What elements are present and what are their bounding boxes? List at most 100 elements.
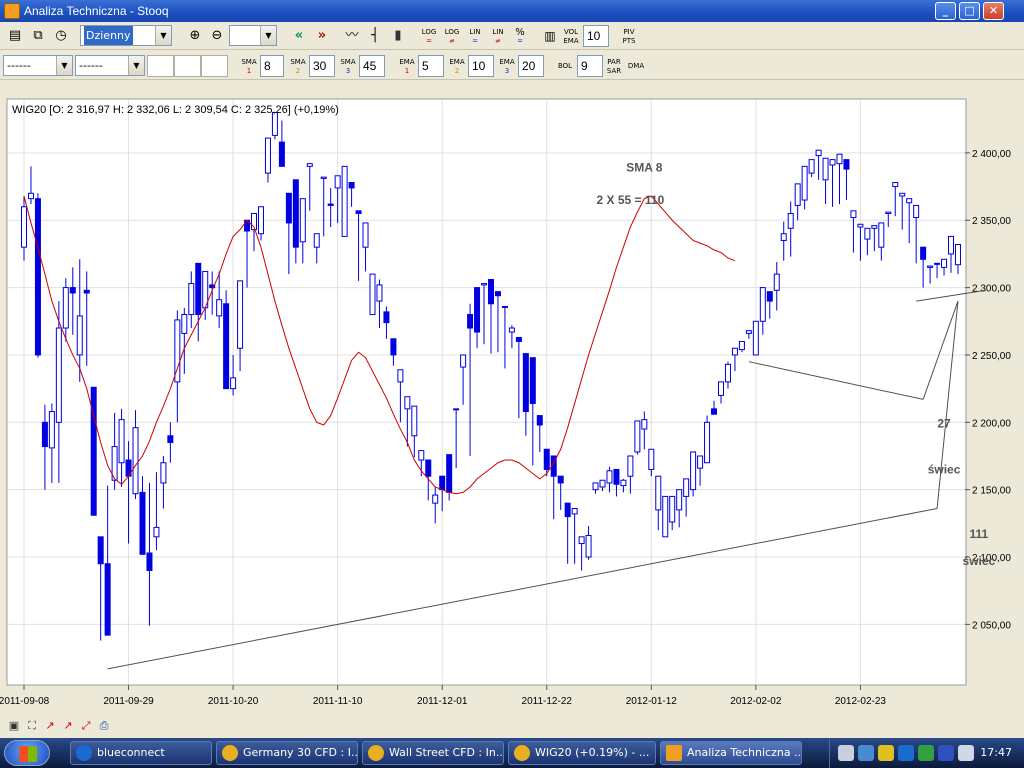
ema-1-button[interactable]: EMA 1 bbox=[396, 55, 418, 77]
param-input-1[interactable] bbox=[147, 55, 174, 77]
lin-equal-button[interactable]: LIN = bbox=[464, 25, 486, 47]
scroll-left-icon[interactable]: « bbox=[288, 25, 310, 47]
network-icon[interactable] bbox=[858, 745, 874, 761]
sma-2-period-input[interactable]: 30 bbox=[309, 55, 335, 77]
chart-area[interactable]: 2 050,00 2 100,00 2 150,00 2 200,00 2 250,00… bbox=[0, 82, 1024, 714]
ohlc-chart-icon[interactable]: ┤ bbox=[364, 25, 386, 47]
candle-body bbox=[718, 381, 724, 396]
vol-ema-button[interactable]: VOL EMA bbox=[560, 25, 582, 47]
dma-button[interactable]: DMA bbox=[625, 55, 647, 77]
copy-chart-icon[interactable]: ⧉ bbox=[27, 25, 49, 47]
sma-1-button[interactable]: SMA 1 bbox=[238, 55, 260, 77]
interval-select[interactable]: Dzienny ▼ bbox=[80, 25, 172, 46]
chrome-icon bbox=[222, 745, 238, 761]
maximize-button[interactable]: □ bbox=[959, 2, 980, 20]
zoom-fit-icon[interactable]: ⤢ bbox=[78, 718, 94, 734]
lin-notequal-button[interactable]: LIN ≠ bbox=[487, 25, 509, 47]
candle-body bbox=[348, 182, 355, 189]
indicator-select-2[interactable]: ------ ▼ bbox=[75, 55, 145, 76]
candle-body bbox=[278, 141, 285, 167]
indicator-select-1-value: ------ bbox=[7, 59, 31, 72]
candle-body bbox=[871, 225, 878, 229]
candle-chart-icon[interactable]: ▮ bbox=[387, 25, 409, 47]
indicator-select-1[interactable]: ------ ▼ bbox=[3, 55, 73, 76]
candle-body bbox=[264, 137, 271, 174]
parabolic-sar-button[interactable]: PAR SAR bbox=[603, 55, 625, 77]
candle-body bbox=[529, 357, 536, 404]
ema-1-period-input[interactable]: 5 bbox=[418, 55, 444, 77]
save-chart-icon[interactable]: ▤ bbox=[4, 25, 26, 47]
x-tick-label: 2012-02-23 bbox=[835, 696, 887, 707]
x-tick-label: 2011-09-29 bbox=[103, 696, 154, 707]
java-tray-icon[interactable] bbox=[838, 745, 854, 761]
plot-background bbox=[6, 98, 967, 686]
annotation-text: świec bbox=[928, 463, 961, 477]
sma-3-label: SMA bbox=[340, 58, 356, 66]
candle-body bbox=[892, 182, 899, 188]
param-input-3[interactable] bbox=[201, 55, 228, 77]
ema-1-index: 1 bbox=[404, 67, 410, 75]
ema-3-period-input[interactable]: 20 bbox=[518, 55, 544, 77]
task-germany30[interactable]: Germany 30 CFD : I... bbox=[216, 741, 358, 765]
vol-ema-period-input[interactable]: 10 bbox=[583, 25, 609, 47]
candle-body bbox=[780, 233, 787, 241]
start-button[interactable] bbox=[4, 740, 50, 766]
candle-body bbox=[453, 408, 460, 411]
pivot-points-button[interactable]: PIV PTS bbox=[618, 25, 640, 47]
clock[interactable]: 17:47 bbox=[980, 746, 1012, 759]
status-tray-icon[interactable] bbox=[918, 745, 934, 761]
blueconnect-tray-icon[interactable] bbox=[898, 745, 914, 761]
candle-body bbox=[954, 243, 961, 266]
ema-3-button[interactable]: EMA 3 bbox=[496, 55, 518, 77]
task-analiza[interactable]: Analiza Techniczna ... bbox=[660, 741, 802, 765]
candle-body bbox=[223, 303, 230, 390]
candle-body bbox=[543, 448, 550, 470]
zoom-out-icon[interactable]: ⊖ bbox=[206, 25, 228, 47]
sma-1-period-input[interactable]: 8 bbox=[260, 55, 284, 77]
price-chart[interactable]: 2 050,002 100,002 150,002 200,002 250,00… bbox=[0, 82, 1024, 714]
candle-body bbox=[787, 213, 794, 229]
candle-body bbox=[592, 482, 599, 491]
refresh-timer-icon[interactable]: ◷ bbox=[50, 25, 72, 47]
candle-body bbox=[69, 287, 76, 294]
ema-1-label: EMA bbox=[399, 58, 415, 66]
bollinger-button[interactable]: BOL bbox=[554, 55, 576, 77]
log-notequal-button[interactable]: LOG ≠ bbox=[441, 25, 463, 47]
draw-arrow-icon[interactable]: ↗ bbox=[60, 718, 76, 734]
close-button[interactable]: ✕ bbox=[983, 2, 1004, 20]
display-tray-icon[interactable] bbox=[938, 745, 954, 761]
print-icon[interactable]: ⎙ bbox=[96, 718, 112, 734]
java-icon bbox=[666, 745, 682, 761]
chevron-down-icon: ▼ bbox=[155, 26, 171, 45]
sma-3-button[interactable]: SMA 3 bbox=[337, 55, 359, 77]
candle-body bbox=[104, 563, 111, 636]
candle-body bbox=[913, 204, 920, 219]
percent-button[interactable]: % = bbox=[509, 25, 531, 47]
scroll-right-icon[interactable]: » bbox=[311, 25, 333, 47]
task-wallstreet[interactable]: Wall Street CFD : In... bbox=[362, 741, 504, 765]
bollinger-period-input[interactable]: 9 bbox=[577, 55, 603, 77]
param-input-2[interactable] bbox=[174, 55, 201, 77]
log-equal-button[interactable]: LOG = bbox=[418, 25, 440, 47]
minimize-button[interactable]: _ bbox=[935, 2, 956, 20]
task-blueconnect[interactable]: blueconnect bbox=[70, 741, 212, 765]
draw-line-icon[interactable]: ↗ bbox=[42, 718, 58, 734]
fit-icon[interactable]: ⛶ bbox=[24, 718, 40, 734]
sma-3-period-input[interactable]: 45 bbox=[359, 55, 385, 77]
zoom-in-icon[interactable]: ⊕ bbox=[184, 25, 206, 47]
security-shield-icon[interactable] bbox=[878, 745, 894, 761]
candle-body bbox=[467, 314, 474, 329]
sma-2-button[interactable]: SMA 2 bbox=[287, 55, 309, 77]
ema-2-period-input[interactable]: 10 bbox=[468, 55, 494, 77]
task-wig20[interactable]: WIG20 (+0.19%) - ... bbox=[508, 741, 656, 765]
save-icon[interactable]: ▣ bbox=[6, 718, 22, 734]
y-tick-label: 2 250,00 bbox=[972, 351, 1011, 362]
candle-body bbox=[934, 262, 941, 265]
candle-body bbox=[836, 153, 843, 165]
zoom-select[interactable]: ▼ bbox=[229, 25, 277, 46]
ema-2-button[interactable]: EMA 2 bbox=[446, 55, 468, 77]
volume-icon[interactable] bbox=[958, 745, 974, 761]
line-chart-icon[interactable]: 〰 bbox=[341, 25, 363, 47]
candle-body bbox=[334, 175, 341, 189]
volume-chart-icon[interactable]: ▥ bbox=[539, 25, 561, 47]
